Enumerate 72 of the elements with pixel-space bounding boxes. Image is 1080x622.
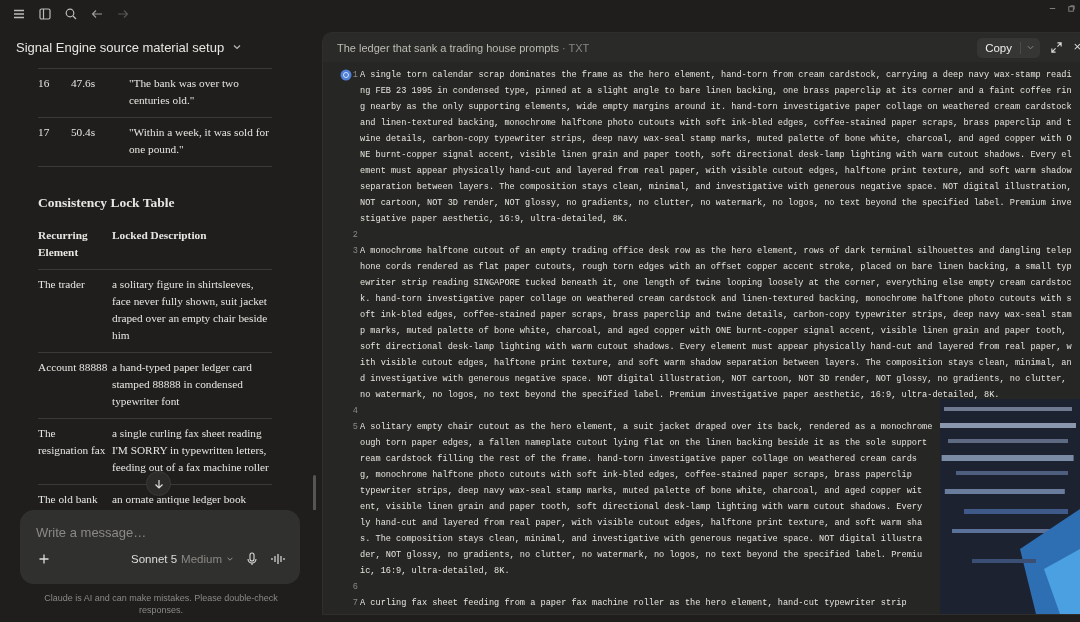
model-selector[interactable]: Sonnet 5 Medium — [131, 553, 234, 565]
table-cell-text: a hand-typed paper ledger card stamped 88888 in condensed typewriter font — [112, 360, 253, 409]
voice-waveform-icon[interactable] — [270, 552, 286, 566]
code-line: k. hand-torn investigative paper collage on weathered cream cardstock and linen-textured backing, monochrome halftone photo cutouts with s — [360, 293, 1073, 306]
code-line: g nearby as the only supporting elements, wide empty margins around it. hand-torn investigative paper collage on weathered cream cardstock — [360, 101, 1073, 114]
chevron-down-icon — [232, 42, 243, 52]
column-header: Locked Description — [112, 228, 208, 243]
code-line: separation between layers. The composition stays clean, minimal, and investigative with generous negative space. NOT digital illustration, — [360, 181, 1073, 194]
code-line: ith visible cutout edges, halftone print texture, and soft warm shadow separation between layers. The composition stays clean, minimal, an — [360, 357, 1073, 370]
table-cell-text: a single curling fax sheet reading I'M SORRY in typewritten letters, feeding out of a fax machine roller — [112, 426, 270, 475]
code-line: p marks, muted palette of bone white, charcoal, and aged copper with ONE burnt-copper signal accent, visible linen grain and paper tooth, — [360, 325, 1068, 338]
file-type-label: · TXT — [562, 41, 590, 54]
table-cell-text: The old bank — [38, 492, 99, 507]
code-line: ng FEB 23 1995 in condensed type, pinned at a slight angle to bare linen backing, one brass paperclip at its corner and a faint coffee rin — [360, 85, 1073, 98]
code-line: wine details, carbon-copy typewriter strips, deep navy wax-seal stamp marks, muted palette of bone white, charcoal, and aged copper with O — [360, 133, 1073, 146]
code-line: A solitary empty chair cutout as the hero element, a suit jacket draped over its back, rendered as a monochrome — [360, 421, 934, 434]
line-number: 3 — [352, 245, 359, 258]
code-line: ough torn paper edges, a fallen nameplate cutout lying flat on the linen backing beside it as the sole support — [360, 437, 929, 450]
code-line: no watermark, no logos, no text beyond the specified label. Premium investigative paper aesthetic, 16:9, ultra-detailed, 8K. — [360, 389, 1001, 402]
code-line: soft directional desk-lamp lighting with warm cutout shadows. Every element must appear physically hand-cut and layered from real paper, w — [360, 341, 1073, 354]
column-header: Recurring Element — [38, 228, 89, 260]
code-line: A curling fax sheet feeding from a paper fax machine roller as the hero element, hand-cut typewriter strip — [360, 597, 908, 610]
code-line: d investigative with generous negative space. NOT digital illustration, NOT cartoon, NOT 3D render, NOT glossy, no gradients, no clutter, — [360, 373, 1068, 386]
table-cell-text: The trader — [38, 277, 86, 292]
code-line: oft ink-bled edges, coffee-stained paper scraps, brass paperclip and twine details, carbon-copy typewriter strips, deep navy wax-seal stam — [360, 309, 1073, 322]
code-line: ic, 16:9, ultra-detailed, 8K. — [360, 565, 511, 578]
table-cell-text: "Within a week, it was sold for one pound." — [128, 125, 270, 157]
table-cell-text: 50.4s — [70, 125, 97, 140]
chevron-down-icon — [226, 555, 234, 563]
code-line: A monochrome halftone cutout of an empty trading office desk row as the hero element, rows of dark terminal silhouettes and dangling telep — [360, 245, 1073, 258]
table-cell-text: "The bank was over two centuries old." — [128, 76, 240, 108]
table-cell-text: Account 88888 — [38, 360, 109, 375]
sidebar-icon[interactable] — [38, 6, 52, 21]
plus-icon[interactable] — [38, 553, 50, 565]
expand-icon[interactable] — [1050, 41, 1063, 54]
table-cell-text: an ornate antique ledger book — [112, 492, 248, 507]
table-cell-text: 47.6s — [70, 76, 97, 91]
search-icon[interactable] — [64, 6, 78, 21]
code-line: A single torn calendar scrap dominates the frame as the hero element, hand-torn from cream cardstock, carrying a deep navy wax-stamp readi — [360, 69, 1073, 82]
section-heading: Consistency Lock Table — [38, 194, 176, 211]
code-line: NE burnt-copper signal accent, visible linen grain and paper tooth, soft directional desk-lamp lighting with warm cutout shadows. Every el — [360, 149, 1073, 162]
code-line: ement must appear physically hand-cut and layered from real paper, with visible cutout edges, halftone print texture, and soft warm shadow — [360, 165, 1073, 178]
artifact-title: The ledger that sank a trading house prompts — [337, 41, 559, 54]
line-number: 5 — [352, 421, 359, 434]
line-number: 1 — [352, 69, 359, 82]
code-line: g, monochrome halftone photo cutouts with soft ink-bled edges, coffee-stained paper scraps, brass paperclip — [360, 469, 913, 482]
restore-icon[interactable] — [1067, 4, 1076, 13]
arrow-down-icon — [152, 477, 165, 490]
code-line: ent, visible linen grain and paper tooth, soft directional desk-lamp lighting with warm cutout shadows. Every — [360, 501, 924, 514]
table-cell-text: The resignation fax — [38, 426, 107, 458]
code-line: ream cardstock filling the rest of the frame. hand-torn investigative paper collage on weathered cream cards — [360, 453, 918, 466]
code-line: NOT cartoon, NOT 3D render, NOT glossy, no gradients, no clutter, no watermark, no logos, no text beyond the specified label. Premium inve — [360, 197, 1073, 210]
code-line: stigative paper aesthetic, 16:9, ultra-detailed, 8K. — [360, 213, 630, 226]
code-line: and linen-textured backing, monochrome halftone photo cutouts with soft ink-bled edges, coffee-stained paper scraps, brass paperclip and t — [360, 117, 1073, 130]
microphone-icon[interactable] — [246, 552, 258, 566]
code-line: ewriter strip reading SINGAPORE tucked beneath it, one length of twine looping loosely at the corner, everything else empty cream cardstoc — [360, 277, 1073, 290]
code-line: der, NOT glossy, no gradients, no clutter, no watermark, no logos, no text beyond the specified label. Premiu — [360, 549, 924, 562]
table-cell-text: 17 — [38, 125, 51, 140]
line-number: 2 — [352, 229, 359, 242]
message-field[interactable]: Write a message… Sonnet 5 Medium — [20, 510, 300, 584]
table-cell-text: 16 — [38, 76, 51, 91]
scroll-down-button[interactable] — [146, 471, 171, 496]
line-number: 7 — [352, 597, 359, 610]
table-cell-text: a solitary figure in shirtsleeves, face never fully shown, suit jacket draped over an empty chair beside him — [112, 277, 269, 343]
line-number: 4 — [352, 405, 359, 418]
line-number: 6 — [352, 581, 359, 594]
code-line: hone cords rendered as flat paper cutouts, rough torn edges with an offset copper accent stroke, placed on bare linen backing, a small typ — [360, 261, 1073, 274]
code-line: ly hand-cut and layered from real paper, with visible cutout edges, halftone print texture, and soft warm sha — [360, 517, 924, 530]
disclaimer-text: Claude is AI and can make mistakes. Please double-check responses. — [43, 592, 279, 617]
code-line: s. The composition stays clean, minimal, and investigative with generous negative space. NOT digital illustra — [360, 533, 924, 546]
code-line: typewriter strips, deep navy wax-seal stamp marks, muted palette of bone white, charcoal, and aged copper wit — [360, 485, 924, 498]
conversation-title[interactable]: Signal Engine source material setup — [0, 32, 322, 57]
